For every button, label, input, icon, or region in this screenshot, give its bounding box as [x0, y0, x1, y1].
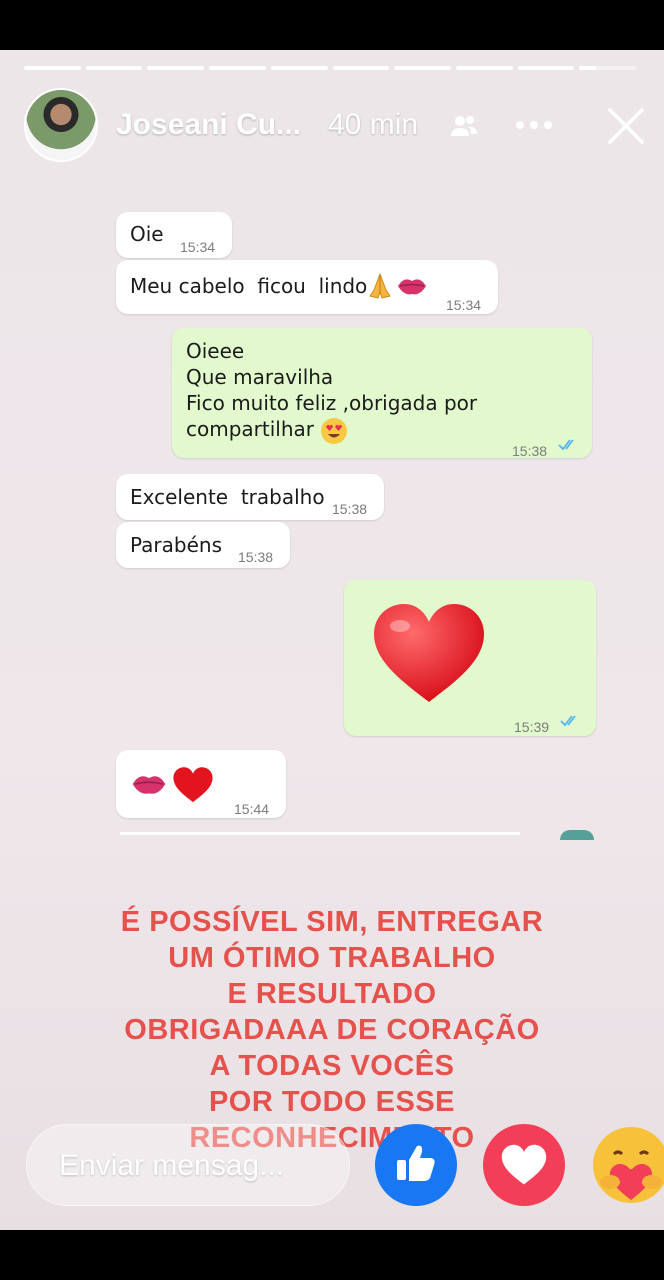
progress-segment-current — [579, 66, 637, 70]
progress-segment — [270, 66, 328, 70]
message-time: 15:39 — [514, 719, 550, 735]
close-icon[interactable] — [606, 106, 646, 146]
progress-segment — [85, 66, 143, 70]
story-time: 40 min — [328, 108, 419, 141]
overlay-line: É POSSÍVEL SIM, ENTREGAR — [120, 906, 544, 938]
read-ticks-icon — [560, 715, 576, 727]
kiss-lips-emoji-icon — [398, 279, 426, 295]
more-options-icon[interactable] — [514, 120, 554, 130]
chat-message-in: Meu cabelo ficou lindo 15:34 — [116, 260, 498, 314]
progress-segment — [209, 66, 266, 70]
heart-icon — [501, 1144, 547, 1185]
message-time: 15:44 — [234, 801, 270, 817]
reply-input[interactable]: Enviar mensag... — [26, 1124, 350, 1206]
story-progress — [24, 66, 637, 70]
message-line: Que maravilha — [186, 365, 334, 389]
message-line: Oieee — [186, 339, 245, 363]
story-text-overlay: É POSSÍVEL SIM, ENTREGAR UM ÓTIMO TRABAL… — [0, 904, 664, 1156]
chat-message-in: 15:44 — [116, 750, 286, 818]
message-text: Parabéns — [130, 533, 222, 557]
progress-segment — [517, 66, 575, 70]
message-text: Meu cabelo ficou lindo — [130, 274, 368, 298]
read-ticks-icon — [558, 439, 574, 451]
progress-segment — [455, 66, 513, 70]
progress-segment — [394, 66, 451, 70]
chat-message-out: Oieee Que maravilha Fico muito feliz ,ob… — [172, 328, 592, 459]
chat-message-in: Oie 15:34 — [116, 212, 232, 258]
kiss-lips-emoji-icon — [132, 776, 166, 794]
overlay-line: OBRIGADAAA DE CORAÇÃO — [124, 1014, 540, 1046]
story-viewer[interactable]: Joseani Cu... 40 min Oie 15:34 Meu cabel… — [0, 50, 664, 1230]
author-avatar[interactable] — [24, 88, 98, 162]
chat-message-in: Excelente trabalho 15:38 — [116, 474, 384, 520]
care-emoji-icon — [593, 1127, 664, 1203]
heart-eyes-emoji-icon — [321, 417, 348, 444]
folded-hands-emoji-icon — [369, 272, 391, 299]
red-heart-emoji-icon — [173, 767, 213, 803]
chat-message-out: 15:39 — [344, 580, 596, 736]
thumbs-up-icon — [397, 1145, 435, 1181]
navigation-bar — [0, 1230, 664, 1280]
overlay-line: A TODAS VOCÊS — [209, 1050, 455, 1082]
like-reaction-button[interactable] — [375, 1124, 457, 1206]
friends-audience-icon — [451, 116, 477, 136]
red-heart-emoji-icon — [374, 604, 484, 702]
chat-message-in: Parabéns 15:38 — [116, 522, 290, 568]
message-text: Excelente trabalho — [130, 485, 325, 509]
message-time: 15:38 — [238, 549, 274, 565]
message-text: Oieee Que maravilha Fico muito feliz ,ob… — [186, 338, 477, 445]
care-reaction-button[interactable] — [590, 1124, 664, 1206]
message-time: 15:38 — [512, 443, 548, 459]
overlay-line: UM ÓTIMO TRABALHO — [168, 942, 496, 974]
message-time: 15:34 — [446, 297, 482, 313]
love-reaction-button[interactable] — [483, 1124, 565, 1206]
message-line: compartilhar — [186, 416, 477, 445]
status-bar — [0, 0, 664, 50]
author-name[interactable]: Joseani Cu... — [116, 108, 301, 142]
progress-segment — [147, 66, 205, 70]
progress-segment — [24, 66, 81, 70]
message-time: 15:38 — [332, 501, 368, 517]
screenshot-crop-edge — [120, 832, 520, 835]
message-text: Oie — [130, 222, 164, 246]
reply-placeholder: Enviar mensag... — [59, 1149, 285, 1182]
overlay-line: POR TODO ESSE — [208, 1086, 456, 1118]
progress-segment — [332, 66, 390, 70]
overlay-line: E RESULTADO — [227, 978, 437, 1010]
message-time: 15:34 — [180, 239, 216, 255]
cropped-button — [560, 830, 594, 840]
message-line: Fico muito feliz ,obrigada por — [186, 391, 478, 415]
